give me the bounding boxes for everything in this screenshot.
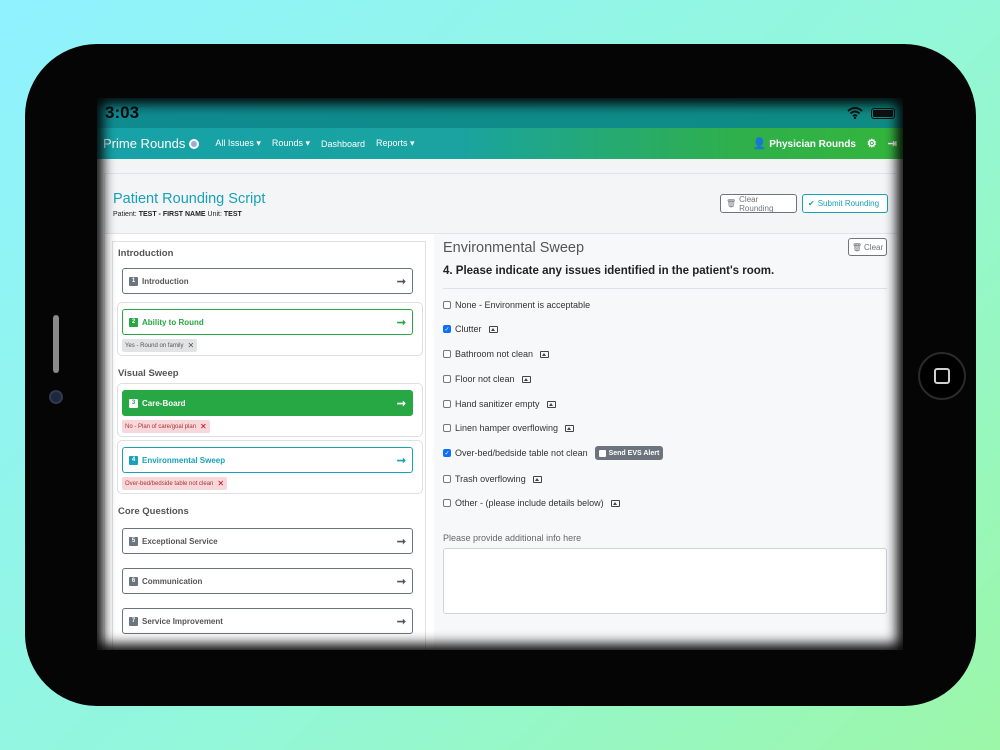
brand[interactable]: Prime Rounds	[103, 136, 200, 151]
additional-info-label: Please provide additional info here	[443, 533, 582, 543]
divider	[443, 288, 887, 289]
question-panel: Environmental Sweep 🗑 Clear 4. Please ind…	[434, 234, 897, 650]
checkbox[interactable]	[443, 375, 451, 383]
checkbox[interactable]: ✓	[443, 449, 451, 457]
nav-rounds[interactable]: Rounds ▾	[272, 138, 310, 149]
answer-tag: No - Plan of care/goal plan ✕	[122, 420, 210, 433]
checkbox[interactable]	[443, 499, 451, 507]
script-item-introduction[interactable]: 1 Introduction ➞	[122, 268, 413, 294]
nav-reports[interactable]: Reports ▾	[376, 138, 415, 149]
page-title: Patient Rounding Script	[113, 191, 266, 207]
additional-info-textarea[interactable]	[443, 548, 887, 614]
image-icon[interactable]	[521, 375, 531, 383]
option-none[interactable]: None - Environment is acceptable	[443, 298, 590, 312]
clear-rounding-button[interactable]: 🗑 Clear Rounding	[720, 194, 797, 213]
home-icon	[934, 368, 950, 384]
script-item-exceptional-service[interactable]: 5 Exceptional Service ➞	[122, 528, 413, 554]
question-text: 4. Please indicate any issues identified…	[443, 265, 775, 277]
script-item-communication[interactable]: 6 Communication ➞	[122, 568, 413, 594]
answer-tag: Yes - Round on family ✕	[122, 339, 198, 352]
trash-icon: 🗑	[851, 242, 863, 252]
arrow-right-icon: ➞	[396, 575, 406, 588]
script-item-care-board[interactable]: 3 Care-Board ➞	[122, 390, 413, 416]
patient-info: Patient: TEST - FIRST NAME Unit: TEST	[113, 211, 242, 218]
arrow-right-icon: ➞	[396, 615, 406, 628]
image-icon[interactable]	[610, 499, 620, 507]
option-bathroom[interactable]: Bathroom not clean	[443, 347, 550, 361]
option-hand-sanitizer[interactable]: Hand sanitizer empty	[443, 397, 556, 411]
answer-tag: Over-bed/bedside table not clean ✕	[122, 477, 228, 490]
gear-icon[interactable]: ⚙	[867, 137, 877, 150]
script-item-ability-to-round[interactable]: 2 Ability to Round ➞	[122, 309, 413, 335]
image-icon[interactable]	[488, 325, 498, 333]
camera-icon	[49, 390, 63, 404]
image-icon[interactable]	[565, 424, 575, 432]
checkbox-icon	[598, 449, 606, 457]
checkbox[interactable]	[443, 301, 451, 309]
remove-tag-icon[interactable]: ✕	[200, 422, 207, 431]
checkbox[interactable]: ✓	[443, 325, 451, 333]
script-sections-panel: Introduction 1 Introduction ➞ 2 Ability to …	[112, 241, 426, 650]
option-trash[interactable]: Trash overflowing	[443, 472, 542, 486]
status-time: 3:03	[105, 103, 140, 122]
clear-answer-button[interactable]: 🗑 Clear	[848, 238, 887, 256]
physician-rounds-link[interactable]: 👤 Physician Rounds	[753, 137, 856, 150]
main-content: Patient Rounding Script Patient: TEST - …	[104, 173, 897, 650]
script-item-service-improvement[interactable]: 7 Service Improvement ➞	[122, 608, 413, 634]
image-icon[interactable]	[540, 350, 550, 358]
option-other[interactable]: Other - (please include details below)	[443, 496, 620, 510]
brand-label: Prime Rounds	[103, 136, 186, 151]
option-linen-hamper[interactable]: Linen hamper overflowing	[443, 421, 575, 435]
checkbox[interactable]	[443, 424, 451, 432]
checkbox[interactable]	[443, 400, 451, 408]
arrow-right-icon: ➞	[396, 275, 406, 288]
screen: 3:03 Prime Rounds All Issues ▾ Rounds ▾ …	[97, 98, 903, 650]
question-section-title: Environmental Sweep	[443, 240, 585, 256]
logout-icon[interactable]: ⇥	[888, 137, 897, 150]
remove-tag-icon[interactable]: ✕	[187, 341, 194, 350]
navbar: Prime Rounds All Issues ▾ Rounds ▾ Dashb…	[97, 128, 903, 159]
arrow-right-icon: ➞	[396, 316, 406, 329]
user-icon: 👤	[752, 138, 767, 150]
remove-tag-icon[interactable]: ✕	[217, 479, 224, 488]
checkbox[interactable]	[443, 350, 451, 358]
checkbox[interactable]	[443, 475, 451, 483]
option-over-bed-table[interactable]: ✓ Over-bed/bedside table not clean Send E…	[443, 446, 664, 460]
home-button[interactable]	[918, 352, 966, 400]
arrow-right-icon: ➞	[396, 454, 406, 467]
battery-icon	[871, 107, 895, 119]
wifi-icon	[847, 107, 863, 119]
option-clutter[interactable]: ✓ Clutter	[443, 322, 498, 336]
nav-dashboard[interactable]: Dashboard	[321, 139, 365, 149]
send-evs-alert-button[interactable]: Send EVS Alert	[594, 446, 664, 460]
side-button	[53, 315, 59, 373]
page-header: Patient Rounding Script Patient: TEST - …	[105, 174, 897, 234]
arrow-right-icon: ➞	[396, 535, 406, 548]
nav-all-issues[interactable]: All Issues ▾	[215, 138, 261, 149]
section-title: Introduction	[118, 248, 174, 259]
image-icon[interactable]	[546, 400, 556, 408]
check-circle-icon: ✔	[808, 199, 815, 208]
image-icon[interactable]	[532, 475, 542, 483]
section-title: Core Questions	[118, 506, 189, 517]
submit-rounding-button[interactable]: ✔ Submit Rounding	[802, 194, 888, 213]
script-item-environmental-sweep[interactable]: 4 Environmental Sweep ➞	[122, 447, 413, 473]
trash-icon: 🗑	[726, 199, 737, 208]
arrow-right-icon: ➞	[396, 397, 406, 410]
brand-logo-icon	[189, 138, 200, 149]
section-title: Visual Sweep	[118, 368, 179, 379]
status-bar: 3:03	[97, 98, 903, 128]
option-floor[interactable]: Floor not clean	[443, 372, 531, 386]
